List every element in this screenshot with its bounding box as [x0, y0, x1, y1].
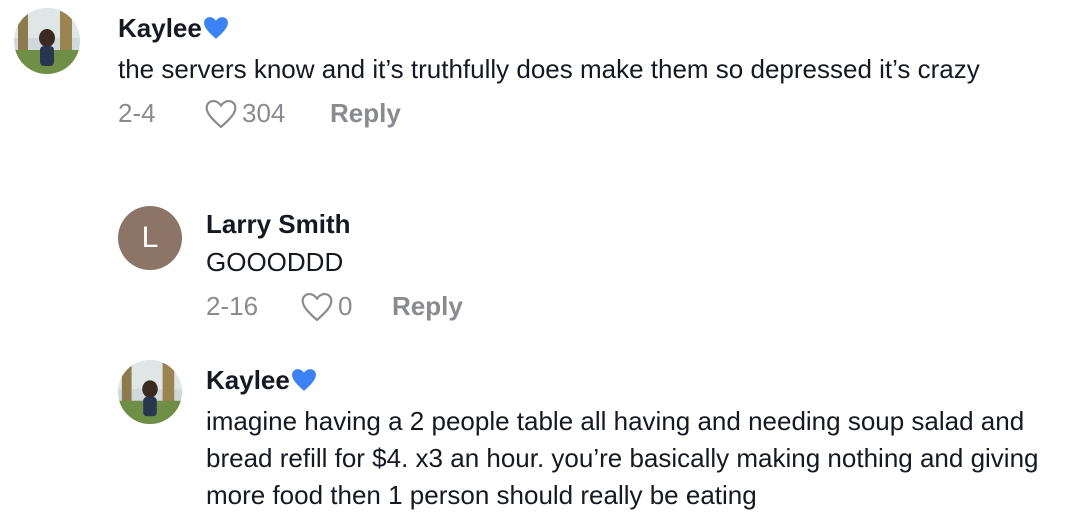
comment-date: 2-16 — [206, 291, 259, 321]
reply-item: L Larry Smith GOOODDD 2-16 0 Reply — [0, 200, 1092, 340]
reply-item: Kaylee imagine having a 2 people table a… — [0, 356, 1092, 516]
reply-button[interactable]: Reply — [330, 98, 401, 129]
reply-button[interactable]: Reply — [392, 291, 463, 322]
comment-username[interactable]: Kaylee — [118, 12, 1078, 47]
comment-item: Kaylee the servers know and it’s truthfu… — [0, 0, 1092, 180]
avatar[interactable]: L — [118, 206, 182, 270]
comment-meta: 2-4 304 Reply — [118, 98, 1078, 129]
comment-username[interactable]: Kaylee — [206, 364, 1086, 399]
like-count: 0 — [338, 291, 353, 321]
avatar[interactable] — [14, 8, 80, 74]
like-button[interactable]: 304 — [204, 98, 330, 129]
like-count: 304 — [242, 98, 286, 128]
heart-outline-icon — [300, 292, 338, 322]
heart-outline-icon — [204, 99, 242, 129]
comment-text: the servers know and it’s truthfully doe… — [118, 54, 980, 84]
comment-text: imagine having a 2 people table all havi… — [206, 406, 1039, 510]
comment-username[interactable]: Larry Smith — [206, 208, 1076, 240]
comment-date: 2-4 — [118, 98, 156, 128]
comment-text: GOOODDD — [206, 247, 344, 277]
comment-meta: 2-16 0 Reply — [206, 291, 1076, 322]
avatar-letter: L — [141, 221, 159, 254]
like-button[interactable]: 0 — [300, 291, 392, 322]
blue-heart-icon — [203, 15, 229, 47]
avatar[interactable] — [118, 360, 182, 424]
blue-heart-icon — [291, 367, 317, 399]
